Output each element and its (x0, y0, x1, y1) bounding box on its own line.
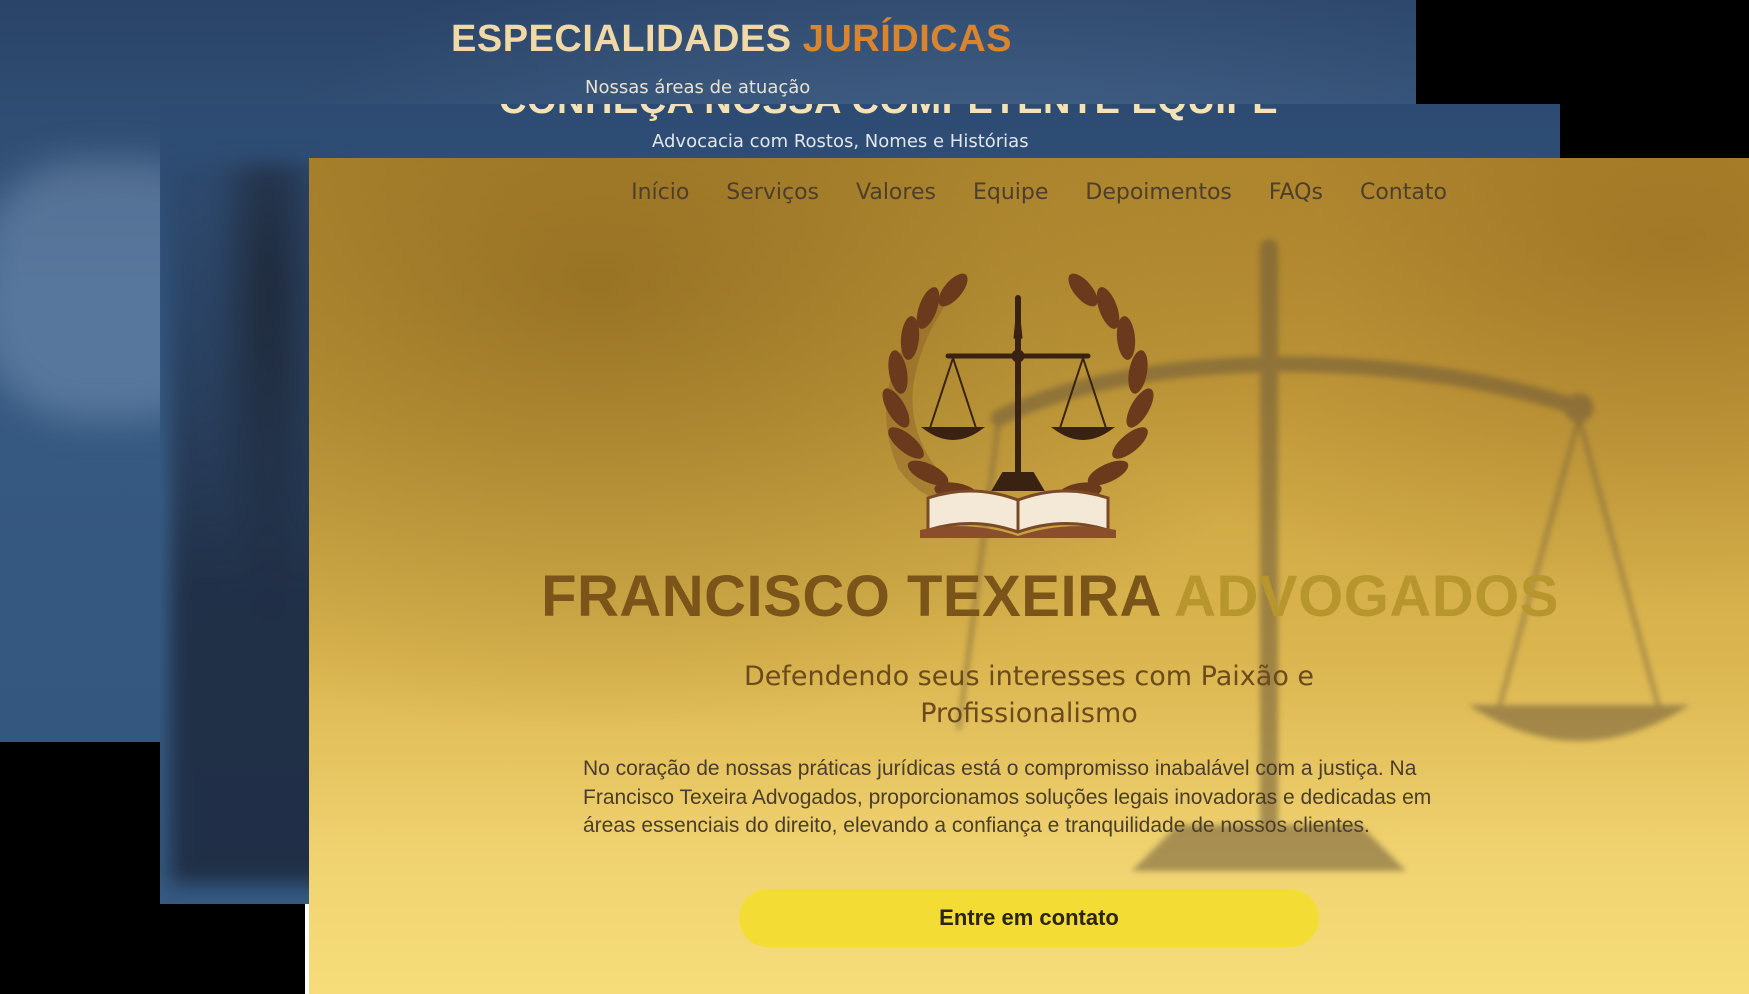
main-nav: Início Serviços Valores Equipe Depoiment… (309, 180, 1749, 205)
nav-item-faqs[interactable]: FAQs (1269, 180, 1323, 205)
hero-title-accent: ADVOGADOS (1174, 564, 1559, 629)
contact-cta-button[interactable]: Entre em contato (739, 889, 1319, 947)
nav-item-valores[interactable]: Valores (856, 180, 936, 205)
nav-item-servicos[interactable]: Serviços (726, 180, 819, 205)
scales-of-justice-logo-icon (882, 273, 1154, 538)
especialidades-title-accent: JURÍDICAS (802, 18, 1012, 60)
hero-tagline: Defendendo seus interesses com Paixão e … (743, 661, 1315, 729)
nav-item-equipe[interactable]: Equipe (973, 180, 1048, 205)
especialidades-subtitle: Nossas áreas de atuação (585, 77, 811, 98)
hero-title: FRANCISCO TEXEIRA ADVOGADOS (309, 563, 1749, 630)
especialidades-title-main: ESPECIALIDADES (451, 18, 792, 60)
hero-title-main: FRANCISCO TEXEIRA (541, 564, 1160, 629)
page-edge-strip (305, 904, 309, 994)
hero-description: No coração de nossas práticas jurídicas … (583, 757, 1432, 837)
especialidades-title: ESPECIALIDADES JURÍDICAS (451, 18, 1012, 61)
equipe-title: CONHEÇA NOSSA COMPETENTE EQUIPE (499, 104, 1278, 123)
equipe-subtitle: Advocacia com Rostos, Nomes e Histórias (652, 131, 1029, 152)
nav-item-contato[interactable]: Contato (1360, 180, 1447, 205)
nav-item-depoimentos[interactable]: Depoimentos (1085, 180, 1231, 205)
hero-section: Início Serviços Valores Equipe Depoiment… (309, 158, 1749, 994)
nav-item-inicio[interactable]: Início (631, 180, 689, 205)
